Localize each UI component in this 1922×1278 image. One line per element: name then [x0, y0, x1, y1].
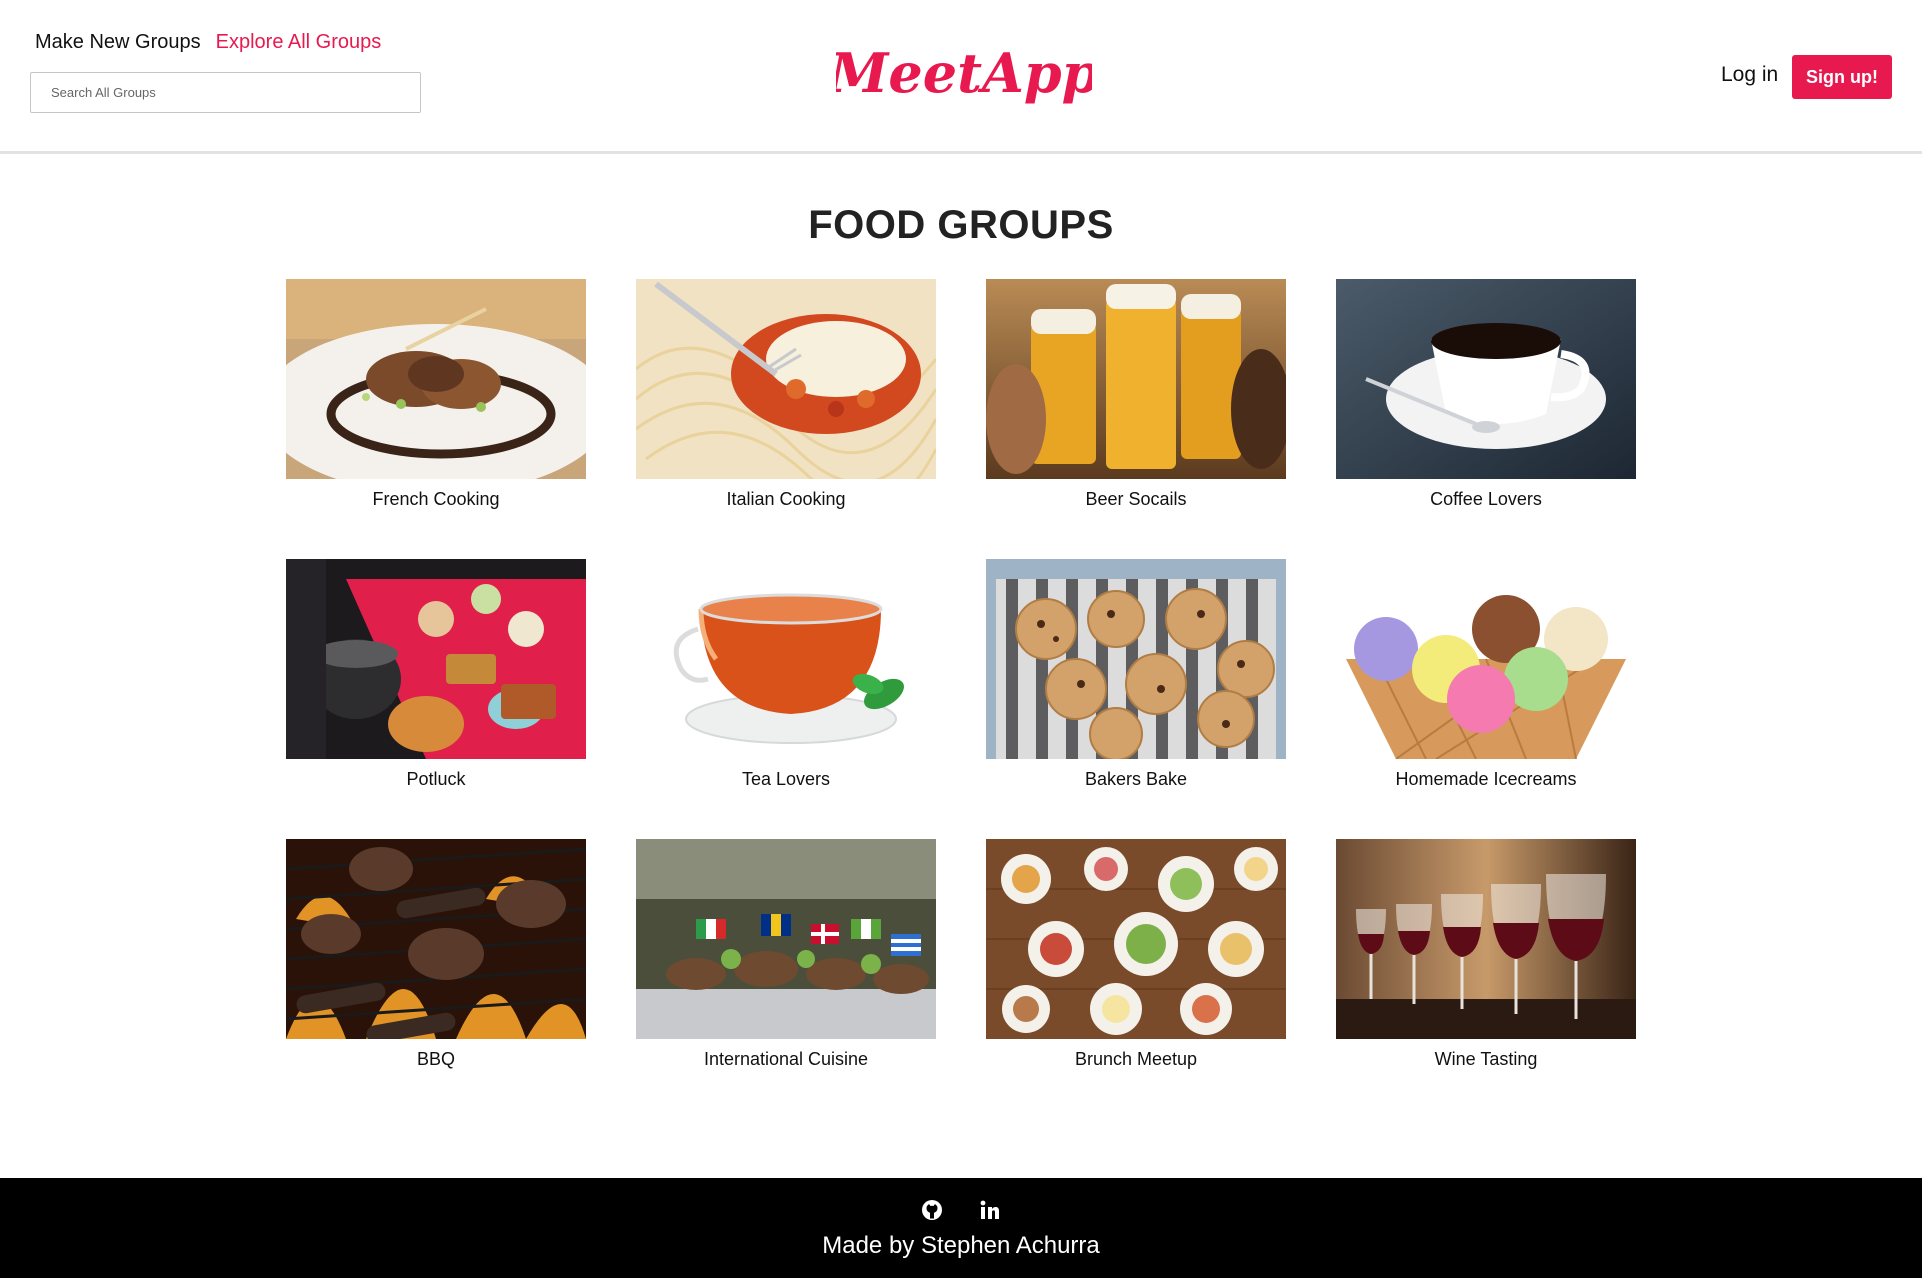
github-icon[interactable]: [920, 1198, 944, 1222]
group-card-homemade-icecreams[interactable]: Homemade Icecreams: [1336, 559, 1636, 791]
nav-links: Make New Groups Explore All Groups: [35, 31, 381, 54]
group-image-international-cuisine[interactable]: [636, 839, 936, 1039]
group-label[interactable]: French Cooking: [286, 489, 586, 511]
group-image-tea-lovers[interactable]: [636, 559, 936, 759]
top-navbar: Make New Groups Explore All Groups MeetA…: [0, 0, 1922, 154]
group-image-wine-tasting[interactable]: [1336, 839, 1636, 1039]
linkedin-icon[interactable]: [978, 1198, 1002, 1222]
group-label[interactable]: Italian Cooking: [636, 489, 936, 511]
group-label[interactable]: International Cuisine: [636, 1049, 936, 1071]
group-card-beer-socails[interactable]: Beer Socails: [986, 279, 1286, 511]
group-image-beer-socails[interactable]: [986, 279, 1286, 479]
group-card-french-cooking[interactable]: French Cooking: [286, 279, 586, 511]
group-label[interactable]: Coffee Lovers: [1336, 489, 1636, 511]
group-label[interactable]: Tea Lovers: [636, 769, 936, 791]
group-label[interactable]: BBQ: [286, 1049, 586, 1071]
group-image-italian-cooking[interactable]: [636, 279, 936, 479]
group-image-coffee-lovers[interactable]: [1336, 279, 1636, 479]
page-title: FOOD GROUPS: [808, 203, 1114, 247]
group-label[interactable]: Brunch Meetup: [986, 1049, 1286, 1071]
explore-all-groups-link[interactable]: Explore All Groups: [216, 31, 382, 54]
group-image-brunch-meetup[interactable]: [986, 839, 1286, 1039]
signup-button[interactable]: Sign up!: [1792, 55, 1892, 99]
logo-text: MeetApp: [836, 41, 1092, 105]
make-new-groups-link[interactable]: Make New Groups: [35, 31, 201, 54]
group-image-french-cooking[interactable]: [286, 279, 586, 479]
meetapp-logo[interactable]: MeetApp: [836, 40, 1092, 120]
group-label[interactable]: Homemade Icecreams: [1336, 769, 1636, 791]
group-card-wine-tasting[interactable]: Wine Tasting: [1336, 839, 1636, 1071]
group-image-potluck[interactable]: [286, 559, 586, 759]
group-label[interactable]: Potluck: [286, 769, 586, 791]
group-image-bakers-bake[interactable]: [986, 559, 1286, 759]
footer: Made by Stephen Achurra: [0, 1178, 1922, 1278]
footer-social-links: [0, 1198, 1922, 1222]
group-image-bbq[interactable]: [286, 839, 586, 1039]
footer-credit: Made by Stephen Achurra: [822, 1232, 1100, 1259]
food-groups-grid: French Cooking Italian Cooking Beer Soca…: [286, 279, 1636, 1071]
group-card-brunch-meetup[interactable]: Brunch Meetup: [986, 839, 1286, 1071]
group-image-homemade-icecreams[interactable]: [1336, 559, 1636, 759]
group-card-bbq[interactable]: BBQ: [286, 839, 586, 1071]
group-label[interactable]: Bakers Bake: [986, 769, 1286, 791]
group-card-coffee-lovers[interactable]: Coffee Lovers: [1336, 279, 1636, 511]
login-link[interactable]: Log in: [1721, 63, 1778, 87]
group-label[interactable]: Beer Socails: [986, 489, 1286, 511]
search-groups-input[interactable]: [30, 72, 421, 113]
group-card-bakers-bake[interactable]: Bakers Bake: [986, 559, 1286, 791]
group-card-international-cuisine[interactable]: International Cuisine: [636, 839, 936, 1071]
group-card-potluck[interactable]: Potluck: [286, 559, 586, 791]
group-card-italian-cooking[interactable]: Italian Cooking: [636, 279, 936, 511]
group-card-tea-lovers[interactable]: Tea Lovers: [636, 559, 936, 791]
group-label[interactable]: Wine Tasting: [1336, 1049, 1636, 1071]
